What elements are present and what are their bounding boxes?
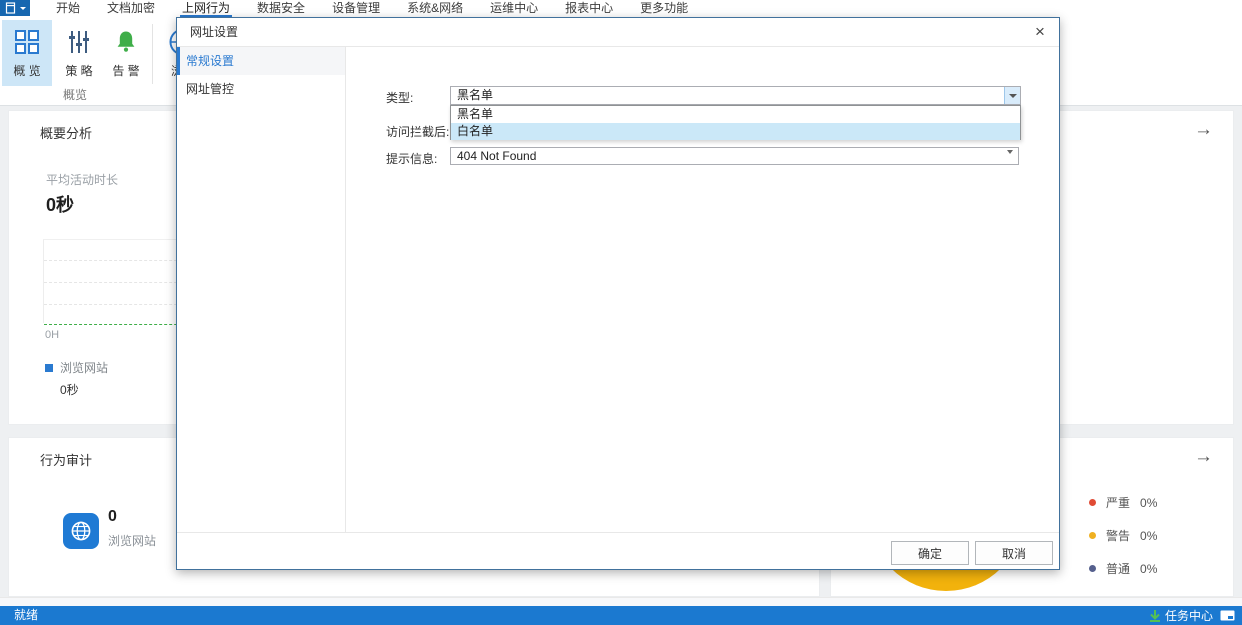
message-combobox-value: 404 Not Found [457,148,536,164]
chart-x-axis-label: 0H [45,329,59,341]
ribbon-group-separator [152,24,153,84]
avg-activity-value: 0秒 [46,191,74,217]
dialog-title: 网址设置 [190,18,238,47]
ribbon-policy-button[interactable]: 策 略 [57,20,101,86]
tray-panel-icon[interactable] [1220,610,1235,621]
alert-severity-row: 警告 0% [1089,527,1157,544]
ribbon-group-label: 概览 [0,86,150,103]
legend-square-icon [45,364,53,372]
type-combobox-value: 黑名单 [457,87,493,104]
status-ready-text: 就绪 [14,606,38,625]
status-strip [0,597,1242,606]
dialog-nav-divider [345,47,346,532]
overview-panel-title: 概要分析 [40,123,92,142]
arrow-right-icon[interactable]: → [1194,119,1213,141]
grid-icon [14,25,40,59]
type-dropdown-list: 黑名单 白名单 [450,105,1021,140]
globe-icon [70,520,92,542]
menu-item-web-behavior[interactable]: 上网行为 [180,0,232,17]
ok-button[interactable]: 确定 [891,541,969,565]
dialog-nav-general-settings[interactable]: 常规设置 [177,47,345,75]
chevron-down-icon [1009,94,1017,98]
menu-item-doc-encrypt[interactable]: 文档加密 [105,0,157,17]
close-icon[interactable]: × [1031,23,1049,41]
main-menu: 开始 文档加密 上网行为 数据安全 设备管理 系统&网络 运维中心 报表中心 更… [54,0,690,17]
dropdown-option-whitelist[interactable]: 白名单 [451,123,1020,140]
ribbon-alert-label: 告 警 [112,62,139,79]
ribbon-alert-button[interactable]: 告 警 [104,20,148,86]
bell-icon [113,25,139,59]
combo-dropdown-button[interactable] [1004,87,1020,104]
window-icon [5,2,17,14]
menu-item-ops-center[interactable]: 运维中心 [488,0,540,17]
menu-item-start[interactable]: 开始 [54,0,82,17]
ribbon-overview-label: 概 览 [13,62,40,79]
dialog-nav-url-control[interactable]: 网址管控 [177,75,345,103]
type-combobox[interactable]: 黑名单 [450,86,1021,105]
download-icon [1149,609,1161,622]
app-menu-button[interactable] [0,0,30,16]
menu-item-data-security[interactable]: 数据安全 [255,0,307,17]
dialog-titlebar: 网址设置 × [177,18,1059,47]
ribbon-overview-button[interactable]: 概 览 [2,20,52,86]
type-label: 类型: [386,89,413,106]
severity-label: 警告 [1106,527,1130,544]
menu-item-report-center[interactable]: 报表中心 [563,0,615,17]
alert-severity-row: 普通 0% [1089,560,1157,577]
browse-site-label: 浏览网站 [108,532,156,549]
severity-value: 0% [1140,496,1157,510]
alert-severity-row: 严重 0% [1089,494,1157,511]
legend-label: 浏览网站 [60,359,108,376]
menu-item-device-mgmt[interactable]: 设备管理 [330,0,382,17]
ribbon-policy-label: 策 略 [65,62,92,79]
message-label: 提示信息: [386,150,437,167]
dropdown-option-blacklist[interactable]: 黑名单 [451,106,1020,123]
audit-panel-title: 行为审计 [40,450,92,469]
menu-item-more[interactable]: 更多功能 [638,0,690,17]
severity-dot [1089,532,1096,539]
statusbar: 就绪 任务中心 [0,606,1242,625]
chart-legend: 浏览网站 0秒 [45,359,108,398]
url-settings-dialog: 网址设置 × 常规设置 网址管控 类型: 黑名单 黑名单 白名单 访问拦截后: … [176,17,1060,570]
menubar: 开始 文档加密 上网行为 数据安全 设备管理 系统&网络 运维中心 报表中心 更… [0,0,1242,17]
chevron-down-icon [20,7,26,10]
cancel-button[interactable]: 取消 [975,541,1053,565]
avg-activity-label: 平均活动时长 [46,171,118,188]
browse-site-tile [63,513,99,549]
menu-item-system-network[interactable]: 系统&网络 [405,0,465,17]
sliders-icon [66,25,92,59]
dialog-footer-divider [177,532,1059,533]
severity-value: 0% [1140,529,1157,543]
severity-dot [1089,565,1096,572]
task-center-button[interactable]: 任务中心 [1149,607,1213,624]
task-center-label: 任务中心 [1165,607,1213,624]
browse-site-count: 0 [108,508,117,526]
severity-dot [1089,499,1096,506]
severity-label: 普通 [1106,560,1130,577]
intercept-label: 访问拦截后: [386,123,449,140]
severity-label: 严重 [1106,494,1130,511]
arrow-right-icon[interactable]: → [1194,446,1213,468]
message-combobox[interactable]: 404 Not Found [450,147,1019,165]
chevron-down-icon [1007,154,1013,168]
severity-value: 0% [1140,562,1157,576]
legend-value: 0秒 [60,381,108,398]
